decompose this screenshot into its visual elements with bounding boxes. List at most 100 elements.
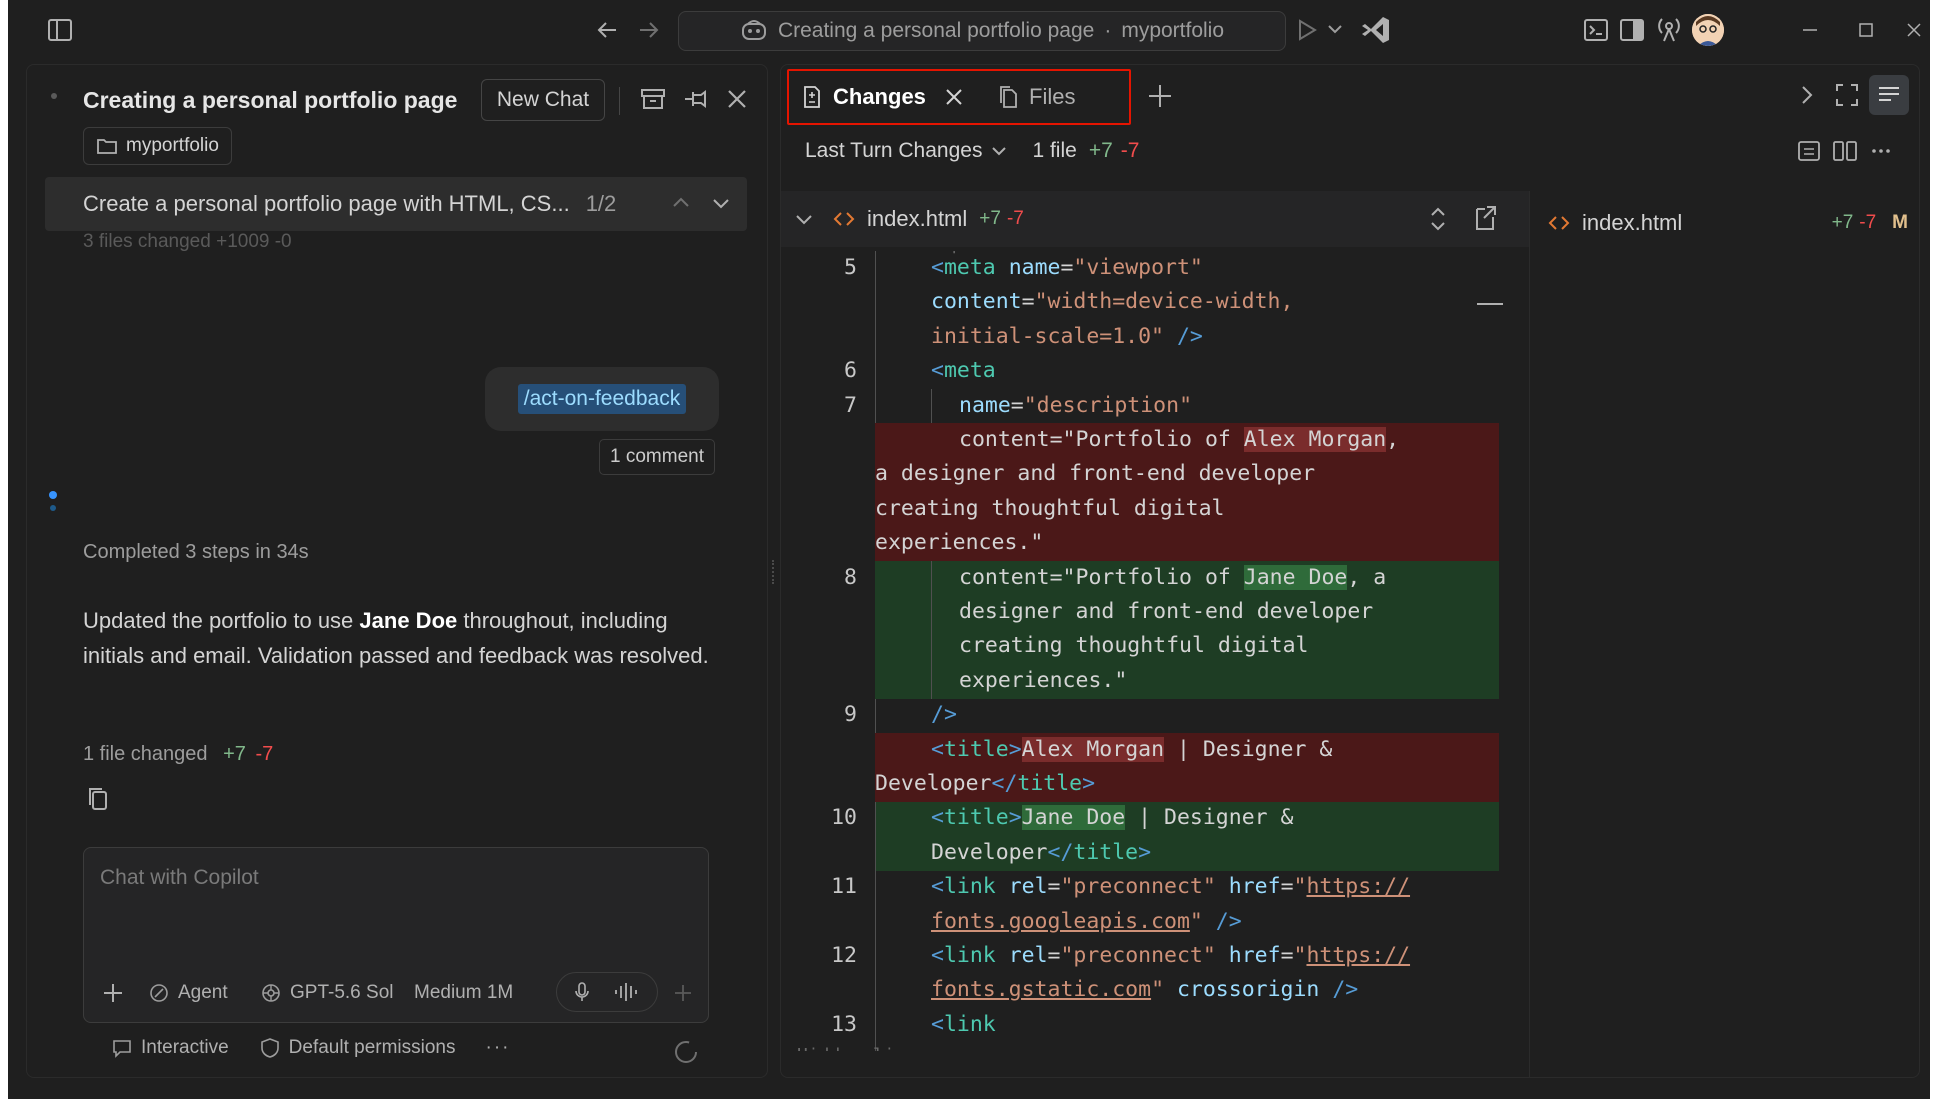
close-tab-icon[interactable]: [942, 85, 966, 109]
line-number: 11: [831, 874, 857, 900]
command-center[interactable]: Creating a personal portfolio page · myp…: [678, 11, 1286, 51]
scope-label: Last Turn Changes: [805, 139, 983, 162]
diff-file-header[interactable]: index.html +7 -7: [781, 191, 1529, 247]
summary-bold-name: Jane Doe: [359, 608, 458, 633]
side-by-side-diff-icon[interactable]: [1831, 137, 1859, 165]
line-number: 8: [844, 564, 857, 590]
pin-icon[interactable]: [681, 85, 709, 113]
tab-files[interactable]: Files: [997, 77, 1075, 117]
expand-unchanged-icon[interactable]: [1427, 205, 1449, 233]
line-number: 5: [844, 255, 857, 280]
chat-input[interactable]: [100, 866, 690, 890]
summary-text-before: Updated the portfolio to use: [83, 608, 360, 633]
added-line: Developer</title>: [931, 839, 1152, 865]
broadcast-icon[interactable]: [1654, 14, 1684, 44]
add-context-plus-icon[interactable]: [100, 980, 126, 1006]
close-window-icon[interactable]: [1902, 18, 1926, 42]
vscode-logo-icon[interactable]: [1360, 14, 1392, 46]
scope-picker[interactable]: Last Turn Changes: [805, 139, 1008, 163]
panel-splitter[interactable]: [772, 560, 774, 584]
microphone-icon[interactable]: [571, 981, 593, 1003]
minimize-icon[interactable]: [1798, 18, 1822, 42]
line-number: 6: [844, 358, 857, 384]
line-number: 9: [844, 702, 857, 728]
subbar-removed: -7: [1120, 139, 1140, 162]
mode-picker[interactable]: Agent: [148, 982, 228, 1004]
model-icon: [260, 982, 282, 1004]
slash-command[interactable]: /act-on-feedback: [517, 384, 687, 414]
files-changed-summary[interactable]: 1 file changed +7 -7: [83, 743, 273, 766]
diff-editor[interactable]: Hidden lines | html › head 5 <meta name=…: [781, 251, 1529, 1051]
files-changed-label: 1 file changed: [83, 743, 208, 765]
workspace-folder-label: myportfolio: [126, 135, 219, 156]
tree-file-removed: -7: [1859, 212, 1877, 233]
effort-picker[interactable]: Medium 1M: [414, 982, 513, 1004]
deleted-line: creating thoughtful digital: [875, 495, 1225, 521]
request-navigator[interactable]: Create a personal portfolio page with HT…: [45, 177, 747, 231]
permissions-picker[interactable]: Default permissions: [259, 1037, 456, 1059]
avatar[interactable]: [1692, 14, 1724, 46]
html-file-icon: [833, 208, 855, 230]
files-removed-count: -7: [255, 743, 274, 765]
progress-dot: [49, 491, 57, 499]
model-picker[interactable]: GPT-5.6 Sol: [260, 982, 394, 1004]
interactive-mode-toggle[interactable]: Interactive: [111, 1037, 229, 1059]
back-arrow-icon[interactable]: [594, 16, 622, 44]
close-chat-icon[interactable]: [723, 85, 751, 113]
indent-guide: [875, 699, 876, 733]
response-summary: Updated the portfolio to use Jane Doe th…: [83, 603, 723, 673]
diff-file-removed: -7: [1006, 208, 1024, 229]
run-icon[interactable]: [1294, 16, 1320, 44]
next-request-chevron-icon[interactable]: [709, 191, 733, 215]
code-line: name="description": [959, 392, 1193, 418]
line-number: 7: [844, 392, 857, 418]
title-bar: Creating a personal portfolio page · myp…: [8, 0, 1930, 62]
copilot-icon: [740, 18, 768, 44]
agent-mode-icon: [148, 982, 170, 1004]
input-toolbar: Agent GPT-5.6 Sol Medium 1M: [84, 972, 708, 1012]
tree-file-added: +7: [1831, 212, 1854, 233]
comment-count-chip[interactable]: 1 comment: [599, 439, 715, 475]
tab-changes[interactable]: Changes: [801, 77, 966, 117]
run-dropdown-chevron-icon[interactable]: [1326, 20, 1344, 38]
toggle-secondary-sidebar-button[interactable]: [1869, 75, 1909, 115]
diff-file-icon: [801, 85, 823, 109]
folding-marker-icon[interactable]: [1477, 303, 1503, 305]
previous-request-chevron-icon[interactable]: [669, 191, 693, 215]
copy-icon[interactable]: [85, 785, 111, 813]
fullscreen-icon[interactable]: [1833, 81, 1861, 109]
new-tab-plus-icon[interactable]: [1145, 81, 1175, 111]
steps-completed[interactable]: Completed 3 steps in 34s: [83, 541, 309, 564]
deleted-line: Developer</title>: [875, 771, 1096, 796]
tree-file-item[interactable]: index.html +7 -7 M: [1548, 207, 1908, 239]
more-options[interactable]: ···: [486, 1037, 511, 1059]
open-file-icon[interactable]: [1471, 203, 1499, 233]
line-number: 12: [831, 943, 857, 968]
collapse-file-chevron-icon[interactable]: [793, 208, 815, 230]
title-separator: ·: [1104, 19, 1112, 42]
deleted-line: <title>Alex Morgan | Designer &: [931, 736, 1333, 762]
new-chat-button[interactable]: New Chat: [481, 79, 605, 121]
indent-guide: [875, 802, 876, 1051]
subbar-added: +7: [1088, 139, 1113, 162]
more-actions-icon[interactable]: [1867, 137, 1895, 165]
workspace-folder-chip[interactable]: myportfolio: [83, 127, 232, 165]
toggle-sidebar-icon[interactable]: [46, 16, 74, 44]
progress-dot-secondary: [50, 505, 56, 511]
chevron-right-icon[interactable]: [1793, 81, 1821, 109]
deleted-line: experiences.": [875, 530, 1044, 556]
code-line: content="width=device-width,: [931, 289, 1294, 315]
archive-icon[interactable]: [639, 85, 667, 113]
code-line: <meta name="viewport": [931, 255, 1203, 280]
terminal-icon[interactable]: [1582, 16, 1610, 44]
audio-waveform-icon[interactable]: [613, 981, 639, 1003]
code-line: <link rel="preconnect" href="https://: [931, 874, 1411, 900]
maximize-icon[interactable]: [1854, 18, 1878, 42]
toggle-panel-icon[interactable]: [1618, 16, 1646, 44]
chat-footer: Interactive Default permissions ···: [111, 1037, 510, 1059]
chat-bubble-icon: [111, 1037, 133, 1059]
inline-diff-icon[interactable]: [1795, 137, 1823, 165]
send-icon[interactable]: [672, 982, 694, 1004]
hidden-lines-bottom[interactable]: Hidden lines: [797, 1039, 927, 1051]
forward-arrow-icon[interactable]: [634, 16, 662, 44]
